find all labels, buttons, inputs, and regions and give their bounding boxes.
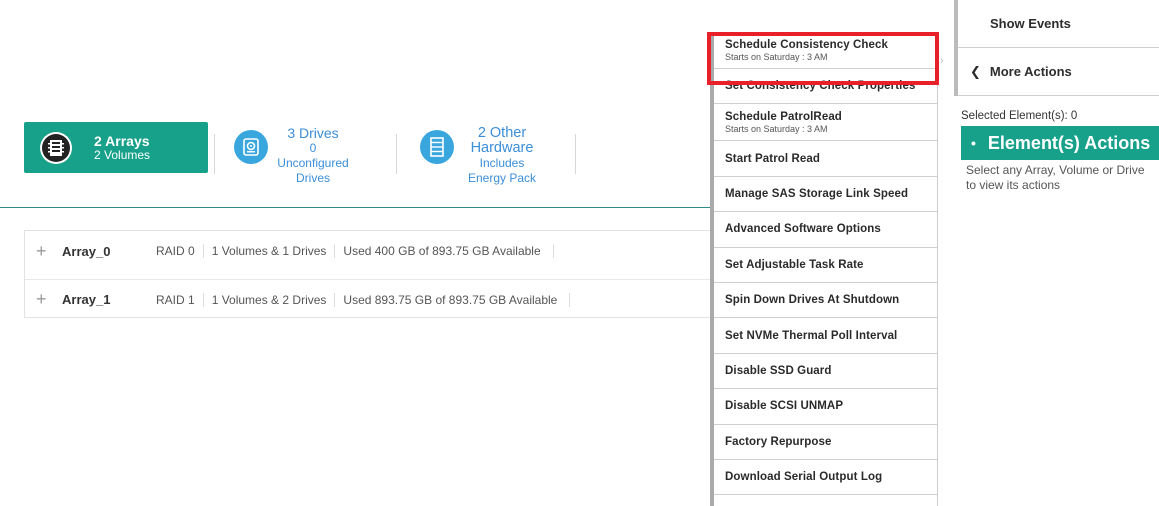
menu-item-schedule-patrolread[interactable]: Schedule PatrolRead Starts on Saturday :…	[714, 104, 937, 142]
menu-item-label: Disable SCSI UNMAP	[725, 400, 844, 413]
array-name[interactable]: Array_1	[56, 292, 148, 307]
menu-item-sublabel: Starts on Saturday : 3 AM	[725, 123, 828, 134]
chevron-left-icon: ❮	[970, 63, 981, 79]
menu-item-disable-ssd-guard[interactable]: Disable SSD Guard	[714, 354, 937, 390]
selected-elements-count: Selected Element(s): 0	[961, 110, 1078, 122]
menu-item-advanced-software-options[interactable]: Advanced Software Options	[714, 212, 937, 248]
more-actions-label: More Actions	[989, 64, 1072, 79]
array-chip-icon	[40, 131, 72, 164]
menu-item-sublabel: Starts on Saturday : 3 AM	[725, 51, 828, 62]
menu-item-download-serial-log[interactable]: Download Serial Output Log	[714, 460, 937, 496]
menu-item-label: Schedule PatrolRead	[725, 110, 842, 123]
menu-item-start-patrol-read[interactable]: Start Patrol Read	[714, 141, 937, 177]
raid-level: RAID 1	[148, 292, 204, 307]
hardware-count: 2 Other	[477, 125, 527, 141]
unconfigured-label: Unconfigured	[277, 156, 349, 170]
divider	[575, 134, 576, 174]
submenu-pointer-icon: ›	[940, 55, 944, 67]
hardware-label: Hardware	[470, 140, 534, 156]
expand-icon[interactable]: +	[36, 289, 56, 310]
menu-item-manage-sas-link-speed[interactable]: Manage SAS Storage Link Speed	[714, 177, 937, 213]
menu-item-nvme-thermal-poll[interactable]: Set NVMe Thermal Poll Interval	[714, 318, 937, 354]
raid-level: RAID 0	[148, 244, 204, 258]
array-usage: Used 893.75 GB of 893.75 GB Available	[335, 292, 571, 307]
element-actions-hint: Select any Array, Volume or Drive to vie…	[966, 163, 1145, 192]
menu-item-label: Disable SSD Guard	[725, 364, 832, 377]
menu-item-label: Manage SAS Storage Link Speed	[725, 187, 909, 200]
array-name[interactable]: Array_0	[56, 244, 148, 259]
menu-item-disable-scsi-unmap[interactable]: Disable SCSI UNMAP	[714, 389, 937, 425]
hardware-stack-icon	[420, 130, 454, 164]
menu-item-set-adjustable-task-rate[interactable]: Set Adjustable Task Rate	[714, 248, 937, 283]
menu-item-set-consistency-check-properties[interactable]: Set Consistency Check Properties	[714, 69, 937, 105]
bullet-icon: •	[971, 135, 976, 151]
summary-bar: 2 Arrays 2 Volumes 3 Drives 0 Unconfigur…	[0, 120, 712, 208]
menu-item-label: Start Patrol Read	[725, 152, 821, 165]
arrays-table: + Array_0 RAID 0 1 Volumes & 1 Drives Us…	[24, 230, 712, 318]
divider	[396, 134, 397, 174]
drives-summary-card[interactable]: 3 Drives 0 Unconfigured Drives	[234, 126, 352, 186]
drive-icon	[234, 130, 268, 164]
menu-item-label: Set Adjustable Task Rate	[725, 258, 864, 271]
energy-pack-label: Energy Pack	[467, 171, 537, 185]
show-events-button[interactable]: Show Events	[958, 0, 1159, 48]
menu-item-label: Set NVMe Thermal Poll Interval	[725, 329, 898, 342]
table-row[interactable]: + Array_1 RAID 1 1 Volumes & 2 Drives Us…	[25, 279, 711, 319]
array-members: 1 Volumes & 1 Drives	[204, 244, 336, 258]
array-usage: Used 400 GB of 893.75 GB Available	[335, 244, 554, 258]
element-actions-header: • Element(s) Actions	[961, 126, 1159, 160]
arrays-count: 2 Arrays	[94, 132, 150, 149]
menu-item-label: Schedule Consistency Check	[725, 38, 889, 51]
arrays-summary-card[interactable]: 2 Arrays 2 Volumes	[24, 122, 208, 173]
actions-panel: Show Events ❮ More Actions	[954, 0, 1159, 96]
includes-label: Includes	[479, 156, 525, 170]
volumes-count: 2 Volumes	[94, 147, 151, 162]
show-events-label: Show Events	[990, 16, 1071, 31]
hardware-summary-card[interactable]: 2 Other Hardware Includes Energy Pack	[420, 126, 544, 186]
divider	[214, 134, 215, 174]
menu-item-label: Factory Repurpose	[725, 435, 832, 448]
unconfigured-count: 0	[309, 141, 317, 155]
expand-icon[interactable]: +	[36, 241, 56, 262]
more-actions-button[interactable]: ❮ More Actions	[958, 48, 1159, 96]
array-members: 1 Volumes & 2 Drives	[204, 292, 336, 307]
menu-item-spin-down-drives[interactable]: Spin Down Drives At Shutdown	[714, 283, 937, 319]
menu-item-schedule-consistency-check[interactable]: Schedule Consistency Check Starts on Sat…	[714, 32, 937, 69]
menu-item-label: Download Serial Output Log	[725, 471, 883, 484]
menu-item-label: Advanced Software Options	[725, 223, 881, 236]
menu-item-label: Set Consistency Check Properties	[725, 80, 916, 93]
menu-item-factory-repurpose[interactable]: Factory Repurpose	[714, 425, 937, 460]
menu-item-label: Spin Down Drives At Shutdown	[725, 294, 900, 307]
drives-count: 3 Drives	[287, 125, 339, 141]
table-row[interactable]: + Array_0 RAID 0 1 Volumes & 1 Drives Us…	[25, 231, 711, 271]
drives-label: Drives	[295, 171, 330, 185]
more-actions-menu: Schedule Consistency Check Starts on Sat…	[710, 32, 938, 506]
element-actions-title: Element(s) Actions	[987, 132, 1151, 153]
